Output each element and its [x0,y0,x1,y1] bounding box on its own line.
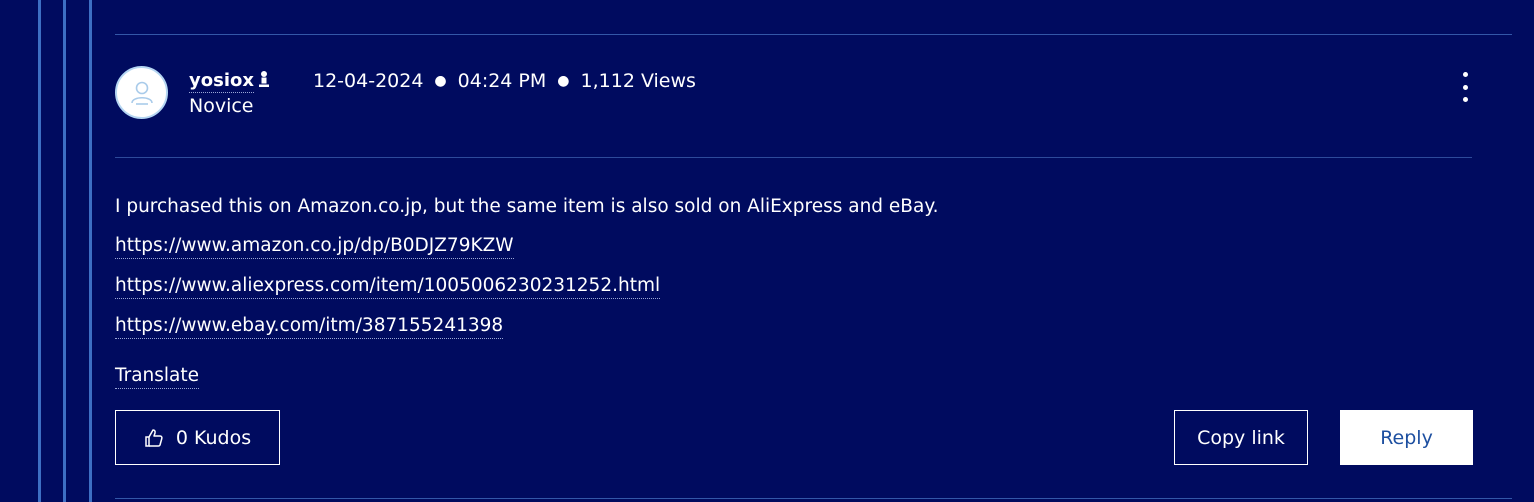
post-views: 1,112 Views [580,70,696,92]
kudos-count-label: 0 Kudos [175,426,252,449]
thread-indent-line [89,0,92,502]
amazon-link[interactable]: https://www.amazon.co.jp/dp/B0DJZ79KZW [115,235,514,259]
reply-button[interactable]: Reply [1340,410,1473,465]
thumbs-up-icon [144,428,164,448]
author-username-link[interactable]: yosiox [189,70,254,93]
copy-link-button[interactable]: Copy link [1174,410,1308,465]
avatar[interactable] [115,66,168,119]
thread-indent-line [38,0,41,502]
translate-link[interactable]: Translate [115,365,199,389]
forum-reply-page: yosiox Novice 12-04-2024 ● 04:24 PM ● 1,112 … [0,0,1534,502]
post-header-divider [115,157,1472,158]
kebab-menu-icon[interactable] [1456,72,1474,102]
ebay-link[interactable]: https://www.ebay.com/itm/387155241398 [115,315,504,339]
aliexpress-link[interactable]: https://www.aliexpress.com/item/10050062… [115,275,661,299]
post-time: 04:24 PM [457,70,547,92]
post-top-divider [115,34,1512,35]
thread-indent-line [63,0,66,502]
user-rank-icon [258,70,270,92]
post-meta: 12-04-2024 ● 04:24 PM ● 1,112 Views [313,70,696,92]
kudos-button[interactable]: 0 Kudos [115,410,280,465]
default-user-avatar-icon [130,81,153,105]
post-date: 12-04-2024 [313,70,424,92]
post-bottom-divider [115,498,1512,499]
author-block: yosiox Novice [189,70,270,117]
author-rank: Novice [189,95,254,117]
post-body-text: I purchased this on Amazon.co.jp, but th… [115,196,939,217]
separator-dot: ● [434,73,447,89]
separator-dot: ● [557,73,570,89]
